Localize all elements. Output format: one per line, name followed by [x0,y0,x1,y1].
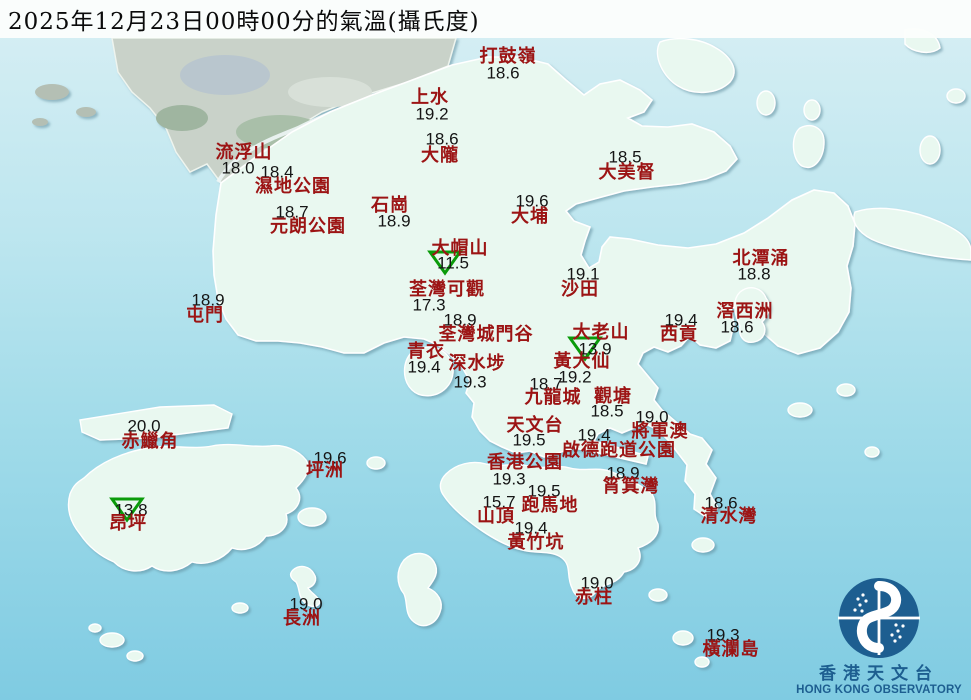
station-name-label: 坪洲 [306,461,344,479]
station-name-label: 九龍城 [525,388,582,406]
station-name-label: 深水埗 [449,354,506,372]
station-temperature-value: 19.3 [453,374,486,391]
station-temperature-value: 18.6 [720,319,753,336]
hko-logo: 香港天文台 HONG KONG OBSERVATORY [790,577,968,697]
station-name-label: 大帽山 [432,239,489,257]
station-temperature-value: 18.9 [377,213,410,230]
station-name-label: 啟德跑道公園 [562,441,676,459]
station-name-label: 筲箕灣 [603,477,660,495]
station-name-label: 荃灣可觀 [409,280,485,298]
station-name-label: 濕地公園 [255,177,331,195]
station-name-label: 赤鱲角 [122,432,179,450]
station-name-label: 沙田 [561,280,599,298]
hko-logo-chinese-name: 香港天文台 [790,664,968,684]
station-name-label: 石崗 [371,196,409,214]
station-name-label: 青衣 [407,342,445,360]
station-name-label: 西貢 [660,325,698,343]
station-temperature-value: 19.2 [415,106,448,123]
station-name-label: 昂坪 [109,514,147,532]
station-name-label: 北潭涌 [733,249,790,267]
station-name-label: 天文台 [507,416,564,434]
station-name-label: 赤柱 [575,588,613,606]
station-temperature-value: 18.6 [486,65,519,82]
temperature-map-screen: 2025年12月23日00時00分的氣溫(攝氏度) 18.6打鼓嶺19.2上水1… [0,0,971,700]
station-name-label: 大埔 [511,207,549,225]
title-bar: 2025年12月23日00時00分的氣溫(攝氏度) [0,0,971,38]
station-name-label: 上水 [411,88,449,106]
station-temperature-value: 19.2 [558,369,591,386]
station-name-label: 清水灣 [701,507,758,525]
station-name-label: 將軍澳 [632,422,689,440]
station-name-label: 滘西洲 [717,302,774,320]
station-name-label: 流浮山 [216,143,273,161]
map-title: 2025年12月23日00時00分的氣溫(攝氏度) [8,2,480,36]
station-temperature-value: 17.3 [412,297,445,314]
station-name-label: 屯門 [186,306,224,324]
station-name-label: 荃灣城門谷 [439,325,534,343]
station-name-label: 大隴 [421,146,459,164]
station-temperature-value: 19.3 [492,471,525,488]
hko-logo-english-name: HONG KONG OBSERVATORY [790,684,968,697]
station-name-label: 橫瀾島 [703,640,760,658]
station-temperature-value: 18.8 [737,266,770,283]
station-name-label: 香港公園 [487,453,563,471]
station-name-label: 元朗公園 [270,217,346,235]
station-name-label: 跑馬地 [522,496,579,514]
hko-logo-icon [838,577,920,659]
station-name-label: 長洲 [283,609,321,627]
station-name-label: 山頂 [477,507,515,525]
station-name-label: 打鼓嶺 [480,47,537,65]
station-name-label: 黃大仙 [554,352,611,370]
station-name-label: 黃竹坑 [508,533,565,551]
station-name-label: 大美督 [599,163,656,181]
station-temperature-value: 19.4 [407,359,440,376]
station-name-label: 大老山 [573,323,630,341]
station-temperature-value: 18.0 [221,160,254,177]
station-name-label: 觀塘 [594,387,632,405]
